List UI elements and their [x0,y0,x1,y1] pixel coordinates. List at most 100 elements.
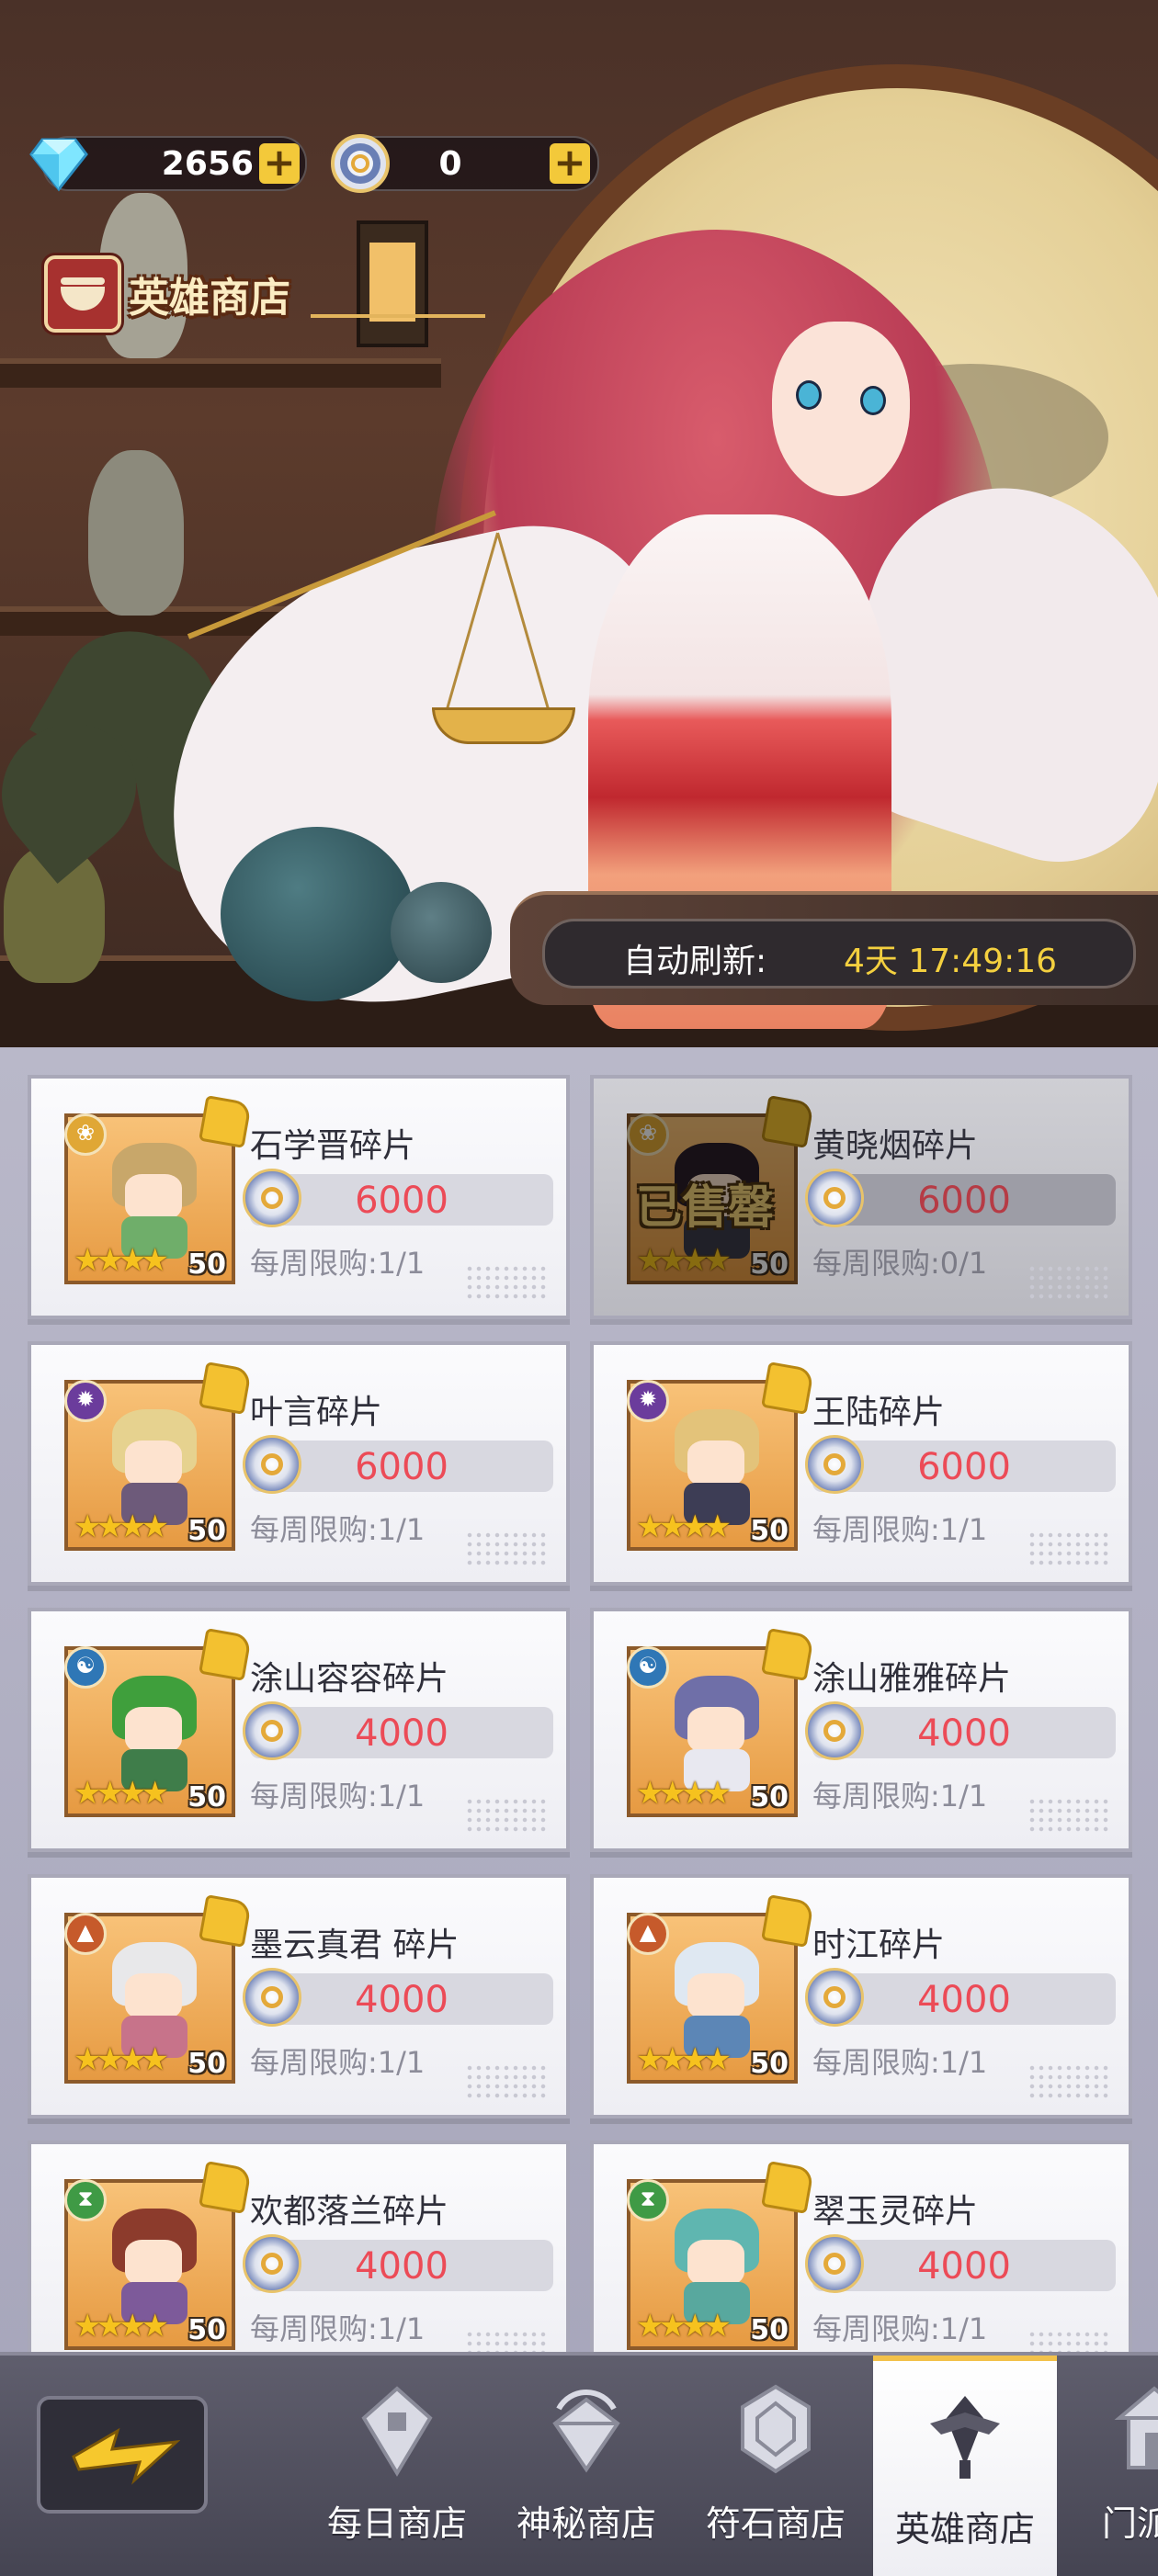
shop-title-text: 英雄商店 [129,275,290,322]
nav-tab-sect-shop[interactable]: 门派商 [1062,2356,1158,2576]
character-face [772,322,910,496]
back-button[interactable] [37,2396,208,2514]
price-button[interactable]: 4000 [805,1968,1116,2027]
nav-tab-rune-shop[interactable]: 符石商店 [684,2356,868,2576]
sect-shop-icon [1114,2386,1158,2469]
purchase-limit: 每周限购:1/1 [812,1512,988,1547]
hero-portrait: ✹ ★★★★ 50 [627,1361,814,1551]
item-price: 6000 [355,1446,448,1488]
purchase-limit: 每周限购:1/1 [250,1512,426,1547]
gem-amount: 2656 [161,145,254,183]
shop-item-card[interactable]: ⧗ ★★★★ 50 翠玉灵碎片 4000 每周限购:1/1 [590,2141,1132,2352]
nav-tab-hero-shop[interactable]: 英雄商店 [873,2356,1057,2576]
item-name: 叶言碎片 [250,1394,383,1431]
gem-counter: 2656 + [29,136,307,192]
add-gems-button[interactable]: + [259,143,300,184]
add-tokens-button[interactable]: + [550,143,590,184]
diamond-icon [29,138,88,192]
shop-item-card[interactable]: ☯ ★★★★ 50 涂山容容碎片 4000 每周限购:1/1 [28,1608,570,1852]
shop-item-card[interactable]: ✹ ★★★★ 50 叶言碎片 6000 每周限购:1/1 [28,1341,570,1586]
nav-tab-mystery-shop[interactable]: 神秘商店 [494,2356,678,2576]
nav-tab-label: 门派商 [1101,2503,1158,2544]
star-rating: ★★★★ [74,2308,169,2344]
card-pattern [465,1797,548,1834]
item-grid: ❀ ★★★★ 50 石学晋碎片 6000 每周限购:1/1 ❀ ★★★★ 50 … [0,1047,1158,2352]
star-rating: ★★★★ [636,1242,732,1279]
shop-item-card[interactable]: ☯ ★★★★ 50 涂山雅雅碎片 4000 每周限购:1/1 [590,1608,1132,1852]
hero-portrait: ▲ ★★★★ 50 [64,1894,252,2084]
nav-tab-daily-shop[interactable]: 每日商店 [305,2356,489,2576]
nav-tab-label: 符石商店 [705,2503,846,2544]
lantern-icon [357,220,428,347]
item-price: 6000 [917,1180,1011,1222]
price-button[interactable]: 6000 [243,1435,553,1494]
purchase-limit: 每周限购:1/1 [250,2045,426,2080]
flame-faction-icon: ✹ [64,1380,107,1422]
price-button[interactable]: 4000 [243,2234,553,2293]
item-price: 4000 [355,1979,448,2021]
hero-portrait: ❀ ★★★★ 50 已售罄 [627,1095,814,1284]
lotus-faction-icon: ❀ [627,1113,669,1156]
shard-icon [761,1628,814,1681]
price-button[interactable]: 6000 [805,1169,1116,1227]
shop-item-card[interactable]: ▲ ★★★★ 50 时江碎片 4000 每周限购:1/1 [590,1874,1132,2118]
item-name: 王陆碎片 [812,1394,946,1431]
shop-item-card[interactable]: ❀ ★★★★ 50 石学晋碎片 6000 每周限购:1/1 [28,1075,570,1319]
card-pattern [1027,2330,1110,2352]
shard-icon [761,1095,814,1148]
shop-bowl-icon [44,255,121,333]
shelf [0,358,441,388]
purchase-limit: 每周限购:1/1 [250,1779,426,1813]
bottom-nav: 每日商店 神秘商店 符石商店 英雄商店 门派商 [0,2352,1158,2576]
hero-portrait: ⧗ ★★★★ 50 [64,2161,252,2350]
card-pattern [1027,2063,1110,2100]
hero-portrait: ⧗ ★★★★ 50 [627,2161,814,2350]
shard-icon [199,1894,252,1948]
item-name: 翠玉灵碎片 [812,2193,979,2231]
back-arrow-icon [72,2427,180,2485]
card-pattern [465,1531,548,1567]
price-button[interactable]: 4000 [243,1968,553,2027]
star-rating: ★★★★ [74,1508,169,1545]
price-button[interactable]: 6000 [243,1169,553,1227]
shop-banner: 2656 + 0 + 英雄商店 自动刷新: 4天 17:49:16 [0,0,1158,1047]
hero-level: 50 [750,1248,789,1281]
token-amount: 0 [438,145,462,183]
hero-level: 50 [187,1248,226,1281]
shop-item-card[interactable]: ✹ ★★★★ 50 王陆碎片 6000 每周限购:1/1 [590,1341,1132,1586]
item-name: 黄晓烟碎片 [812,1127,979,1165]
shard-icon [199,1095,252,1148]
shop-item-card[interactable]: ▲ ★★★★ 50 墨云真君 碎片 4000 每周限购:1/1 [28,1874,570,2118]
purchase-limit: 每周限购:1/1 [812,2045,988,2080]
scale-pan [432,707,575,744]
nav-tab-label: 神秘商店 [516,2503,656,2544]
item-price: 4000 [355,2245,448,2288]
purchase-limit: 每周限购:1/1 [812,1779,988,1813]
price-button[interactable]: 6000 [805,1435,1116,1494]
price-button[interactable]: 4000 [243,1701,553,1760]
star-rating: ★★★★ [74,2041,169,2078]
vase [88,450,184,616]
shard-icon [761,1361,814,1415]
item-name: 时江碎片 [812,1926,946,1964]
star-rating: ★★★★ [636,1775,732,1812]
shard-icon [199,1361,252,1415]
hero-level: 50 [187,1515,226,1547]
card-pattern [1027,1264,1110,1301]
shard-icon [199,1628,252,1681]
item-price: 4000 [917,1712,1011,1755]
shop-item-card[interactable]: ❀ ★★★★ 50 已售罄 黄晓烟碎片 6000 每周限购:0/1 [590,1075,1132,1319]
nav-tab-label: 每日商店 [326,2503,467,2544]
star-rating: ★★★★ [636,1508,732,1545]
card-pattern [1027,1531,1110,1567]
price-button[interactable]: 4000 [805,1701,1116,1760]
card-pattern [465,2330,548,2352]
price-button[interactable]: 4000 [805,2234,1116,2293]
purchase-limit: 每周限购:0/1 [812,1246,988,1281]
item-name: 欢都落兰碎片 [250,2193,449,2231]
yinyang-faction-icon: ☯ [627,1646,669,1689]
token-counter: 0 + [331,134,599,193]
hourglass-faction-icon: ⧗ [64,2179,107,2221]
item-name: 墨云真君 碎片 [250,1926,460,1964]
shop-item-card[interactable]: ⧗ ★★★★ 50 欢都落兰碎片 4000 每周限购:1/1 [28,2141,570,2352]
